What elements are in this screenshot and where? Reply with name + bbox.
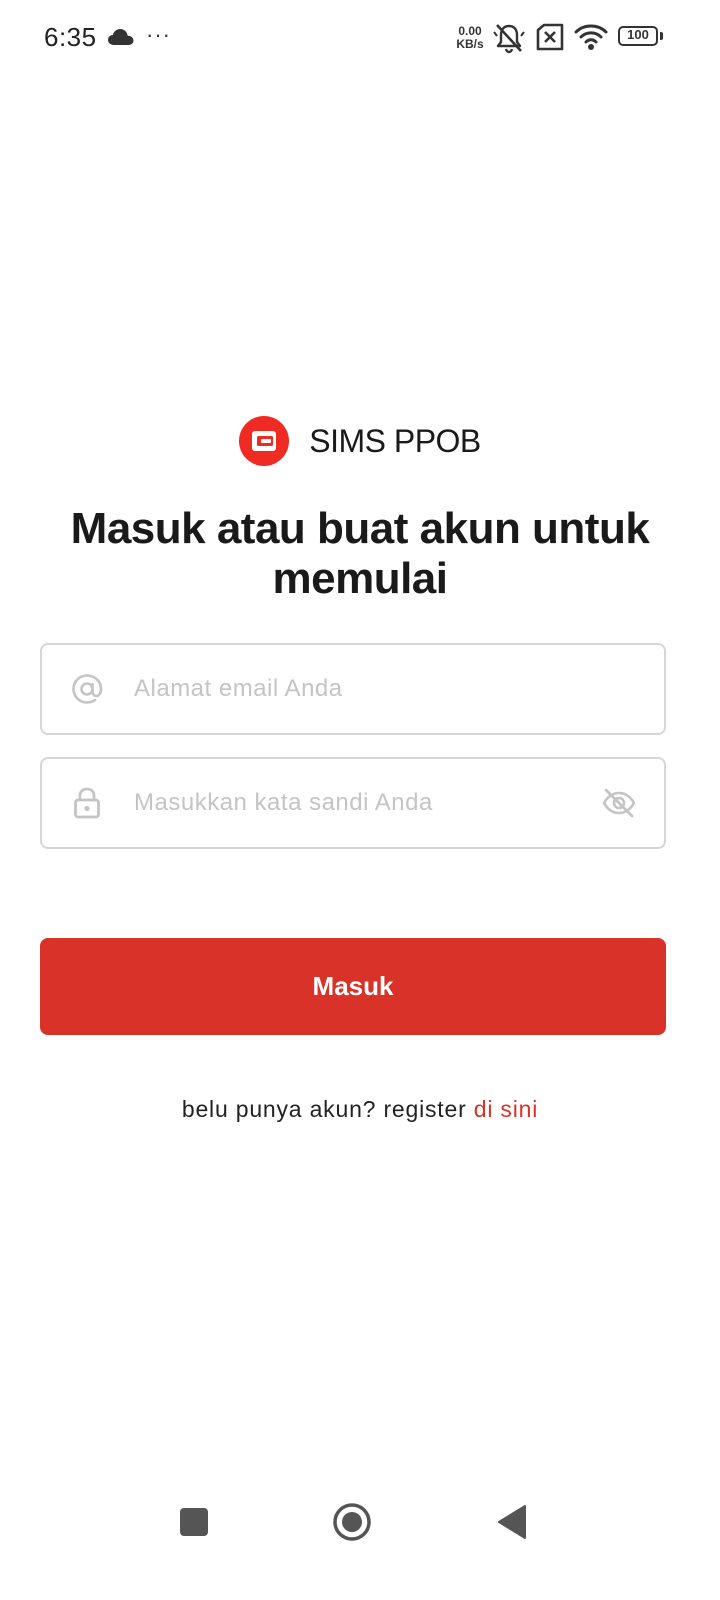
email-input[interactable] [134, 645, 574, 733]
home-button[interactable] [322, 1490, 382, 1554]
at-sign-icon [70, 672, 104, 706]
login-screen: 6:35 ··· 0.00 KB/s 100 SIMS PPOB Masuk a… [0, 0, 720, 1600]
register-prompt: belu punya akun? register di sini [0, 1096, 720, 1123]
network-speed: 0.00 KB/s [450, 25, 490, 51]
battery-icon: 100 [618, 26, 663, 48]
silent-bell-icon [493, 24, 525, 54]
network-speed-unit: KB/s [456, 37, 484, 51]
page-title: Masuk atau buat akun untuk memulai [70, 504, 650, 603]
recent-apps-icon [180, 1508, 208, 1536]
eye-off-icon[interactable] [600, 786, 638, 820]
no-sim-icon [536, 23, 564, 51]
brand-name: SIMS PPOB [309, 422, 481, 459]
password-input[interactable] [134, 759, 574, 847]
more-notifications-indicator: ··· [146, 22, 171, 47]
brand: SIMS PPOB [0, 416, 720, 466]
email-field[interactable] [40, 643, 666, 735]
register-link[interactable]: di sini [474, 1096, 538, 1122]
recent-apps-button[interactable] [164, 1490, 224, 1554]
back-icon [498, 1505, 526, 1539]
system-nav-bar [0, 1490, 720, 1560]
cloud-icon [108, 29, 134, 45]
register-prompt-text: belu punya akun? register [181, 1096, 474, 1122]
wifi-icon [574, 24, 608, 50]
lock-icon [70, 786, 104, 820]
wallet-logo-icon [239, 416, 290, 466]
battery-level: 100 [618, 26, 658, 46]
back-button[interactable] [482, 1490, 542, 1554]
status-bar: 6:35 ··· 0.00 KB/s 100 [0, 0, 720, 78]
password-field[interactable] [40, 757, 666, 849]
login-button[interactable]: Masuk [40, 938, 666, 1035]
home-icon [333, 1503, 371, 1541]
status-time: 6:35 [44, 22, 97, 52]
battery-tip [660, 32, 663, 40]
